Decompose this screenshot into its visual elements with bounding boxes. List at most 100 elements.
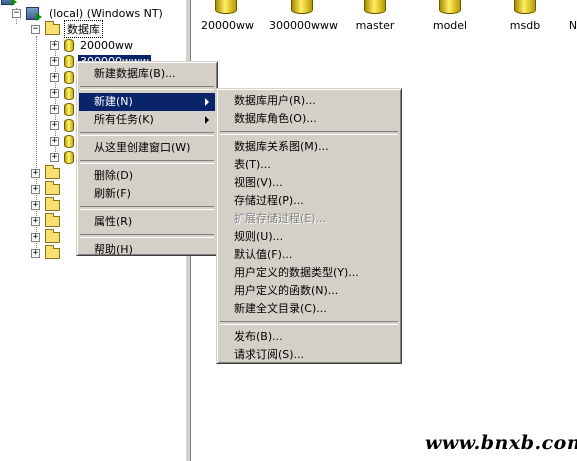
database-caption: msdb [509, 19, 541, 32]
database-icon [291, 0, 313, 14]
database-item[interactable]: model [428, 0, 472, 32]
folder-icon [45, 212, 60, 227]
menu-item-refresh[interactable]: 刷新(F) [79, 185, 215, 203]
menu-item-new[interactable]: 新建(N) [79, 93, 215, 111]
server-running-icon [26, 6, 42, 21]
tree-row-folder[interactable]: + [31, 180, 64, 197]
database-caption: 20000ww [201, 19, 254, 32]
menu-item-all-tasks-label: 所有任务(K) [94, 113, 154, 126]
database-item[interactable]: master [353, 0, 397, 32]
tree-row-db[interactable]: + [50, 69, 78, 85]
database-label: 20000ww [80, 38, 133, 52]
submenu-item-database-diagram[interactable]: 数据库关系图(M)... [219, 138, 399, 156]
tree-row-databases[interactable]: − 数据库 [31, 20, 103, 38]
database-item[interactable]: 20000ww [201, 0, 254, 32]
submenu-item-user-defined-type[interactable]: 用户定义的数据类型(Y)... [219, 264, 399, 282]
expand-toggle-icon[interactable]: + [50, 72, 59, 82]
expand-toggle-icon[interactable]: + [31, 168, 40, 178]
menu-separator [80, 86, 214, 90]
tree-row-db[interactable]: + [50, 85, 78, 101]
menu-item-all-tasks[interactable]: 所有任务(K) [79, 111, 215, 129]
database-caption: master [355, 19, 395, 32]
menu-item-help[interactable]: 帮助(H) [79, 241, 215, 259]
submenu-item-fulltext-catalog[interactable]: 新建全文目录(C)... [219, 300, 399, 318]
database-icon [364, 0, 386, 14]
database-item[interactable]: 300000www [269, 0, 338, 32]
database-icon [64, 102, 74, 116]
database-caption: 300000www [269, 19, 338, 32]
collapse-toggle-icon[interactable]: − [12, 8, 21, 18]
tree-row-local-server[interactable]: − (local) (Windows NT) [12, 5, 165, 21]
database-item[interactable]: N [567, 0, 577, 32]
database-icon [64, 86, 74, 100]
tree-row-folder[interactable]: + [31, 196, 64, 213]
tree-row-db[interactable]: + [50, 149, 78, 165]
database-icon [439, 0, 461, 14]
menu-separator [80, 206, 214, 210]
submenu-item-table[interactable]: 表(T)... [219, 156, 399, 174]
database-icon [64, 118, 74, 132]
folder-icon [45, 228, 60, 243]
submenu-item-view[interactable]: 视图(V)... [219, 174, 399, 192]
tree-row-db[interactable]: + [50, 101, 78, 117]
folder-icon [45, 164, 60, 179]
submenu-item-rule[interactable]: 规则(U)... [219, 228, 399, 246]
tree-row-folder[interactable]: + [31, 228, 64, 245]
menu-separator [220, 321, 398, 325]
menu-separator [80, 234, 214, 238]
tree-row-db[interactable]: + [50, 133, 78, 149]
expand-toggle-icon[interactable]: + [50, 152, 59, 162]
database-icon [64, 38, 74, 52]
expand-toggle-icon[interactable]: + [50, 120, 59, 130]
watermark-text: www.bnxb.com [425, 432, 577, 454]
expand-toggle-icon[interactable]: + [50, 40, 59, 50]
submenu-item-database-user[interactable]: 数据库用户(R)... [219, 92, 399, 110]
database-item[interactable]: msdb [503, 0, 547, 32]
database-icon [64, 134, 74, 148]
expand-toggle-icon[interactable]: + [50, 88, 59, 98]
databases-folder-label: 数据库 [64, 20, 103, 38]
database-caption: N [568, 19, 577, 32]
expand-toggle-icon[interactable]: + [50, 56, 59, 66]
expand-toggle-icon[interactable]: + [31, 232, 40, 242]
menu-item-properties[interactable]: 属性(R) [79, 213, 215, 231]
expand-toggle-icon[interactable]: + [50, 136, 59, 146]
folder-icon [45, 20, 60, 35]
tree-row-folder[interactable]: + [31, 164, 64, 181]
tree-row-db[interactable]: + [50, 117, 78, 133]
expand-toggle-icon[interactable]: + [31, 248, 40, 258]
submenu-item-default[interactable]: 默认值(F)... [219, 246, 399, 264]
tree-row-db-20000ww[interactable]: + 20000ww [50, 37, 135, 53]
server-label: (local) (Windows NT) [49, 6, 163, 20]
menu-item-new-window[interactable]: 从这里创建窗口(W) [79, 139, 215, 157]
database-icon [64, 54, 74, 68]
submenu-item-stored-procedure[interactable]: 存储过程(P)... [219, 192, 399, 210]
menu-item-new-database[interactable]: 新建数据库(B)... [79, 65, 215, 83]
menu-item-delete[interactable]: 删除(D) [79, 167, 215, 185]
collapse-toggle-icon[interactable]: − [31, 24, 40, 34]
expand-toggle-icon[interactable]: + [50, 104, 59, 114]
new-submenu[interactable]: 数据库用户(R)... 数据库角色(O)... 数据库关系图(M)... 表(T… [216, 88, 402, 364]
context-menu[interactable]: 新建数据库(B)... 新建(N) 所有任务(K) 从这里创建窗口(W) 删除(… [76, 61, 218, 256]
expand-toggle-icon[interactable]: + [31, 200, 40, 210]
submenu-arrow-icon [205, 116, 209, 124]
menu-separator [80, 160, 214, 164]
database-icon [514, 0, 536, 14]
submenu-item-user-defined-function[interactable]: 用户定义的函数(N)... [219, 282, 399, 300]
submenu-item-database-role[interactable]: 数据库角色(O)... [219, 110, 399, 128]
submenu-item-pull-subscription[interactable]: 请求订阅(S)... [219, 346, 399, 364]
folder-icon [45, 180, 60, 195]
expand-toggle-icon[interactable]: + [31, 184, 40, 194]
menu-separator [220, 131, 398, 135]
submenu-item-publication[interactable]: 发布(B)... [219, 328, 399, 346]
database-icon [215, 0, 237, 14]
tree-row-folder[interactable]: + [31, 244, 64, 261]
tree-row-folder[interactable]: + [31, 212, 64, 229]
expand-toggle-icon[interactable]: + [31, 216, 40, 226]
server-group-icon [1, 0, 17, 6]
submenu-arrow-icon [205, 98, 209, 106]
menu-item-new-label: 新建(N) [94, 95, 133, 108]
database-icon [64, 70, 74, 84]
database-caption: model [432, 19, 468, 32]
database-icon [64, 150, 74, 164]
